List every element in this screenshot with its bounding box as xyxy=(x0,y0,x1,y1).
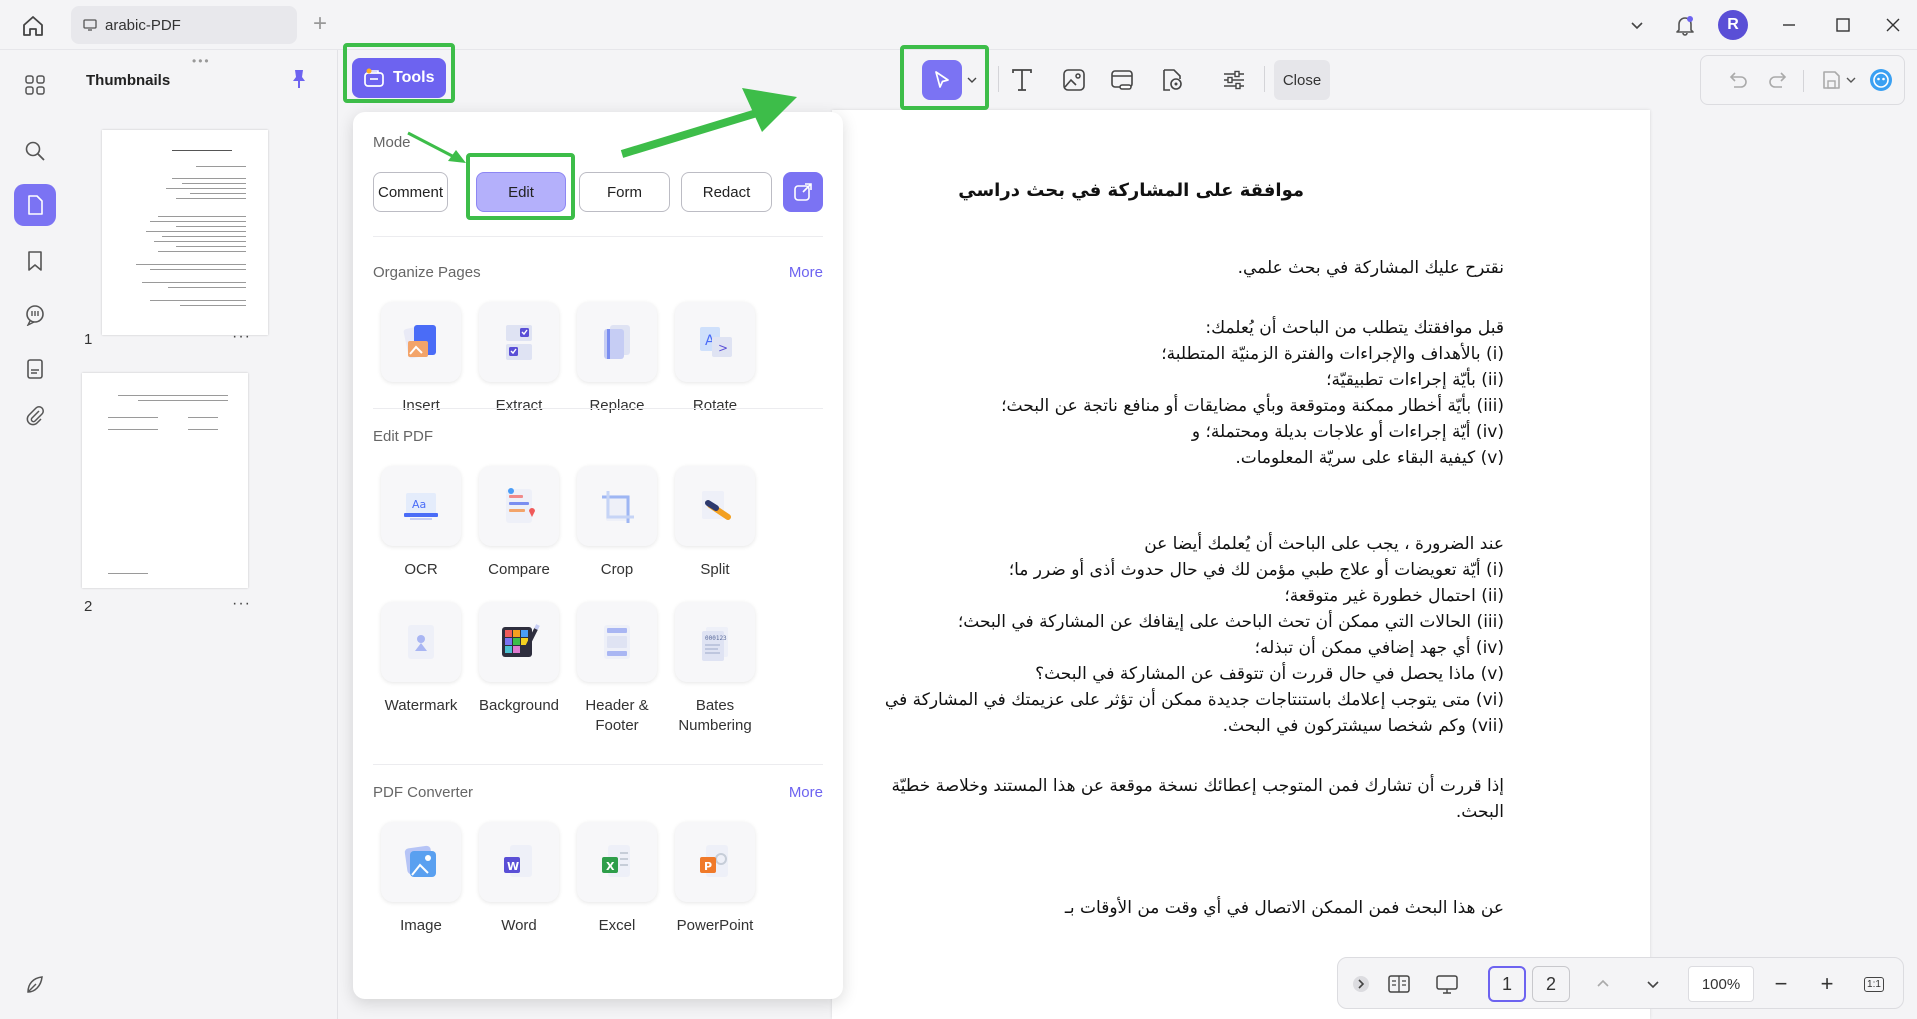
page-navigation-bar: 1 2 100% − + 1:1 xyxy=(1337,957,1904,1009)
page-button-2[interactable]: 2 xyxy=(1532,966,1570,1002)
next-page-icon[interactable] xyxy=(1638,966,1668,1002)
zoom-level[interactable]: 100% xyxy=(1688,966,1754,1002)
annotation-arrows xyxy=(407,88,797,163)
actual-size-label: 1:1 xyxy=(1864,976,1884,992)
previous-page-icon[interactable] xyxy=(1588,966,1618,1002)
actual-size-button[interactable]: 1:1 xyxy=(1858,966,1890,1002)
page-button-1[interactable]: 1 xyxy=(1488,966,1526,1002)
presentation-icon[interactable] xyxy=(1430,966,1464,1002)
zoom-out-button[interactable]: − xyxy=(1766,966,1796,1002)
zoom-in-button[interactable]: + xyxy=(1812,966,1842,1002)
collapse-bar-button[interactable] xyxy=(1350,966,1372,1002)
page-layout-icon[interactable] xyxy=(1382,966,1416,1002)
